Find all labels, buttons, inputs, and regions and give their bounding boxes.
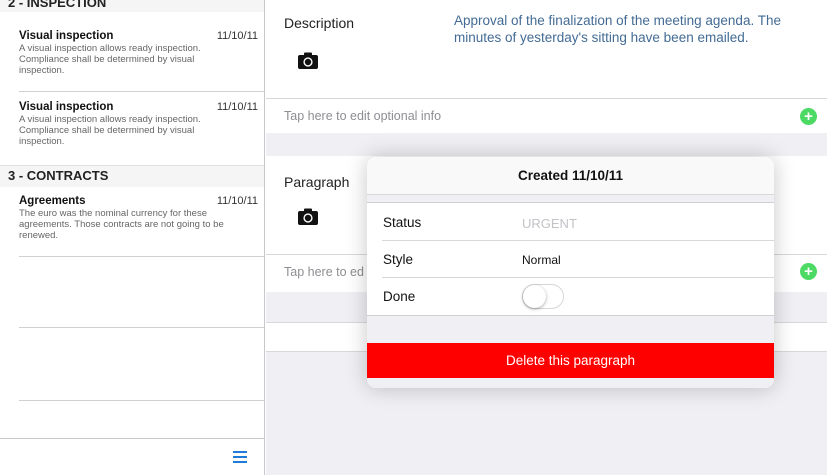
- sidebar-footer: [0, 438, 264, 475]
- divider: [19, 256, 264, 257]
- divider: [19, 327, 264, 328]
- toggle-knob: [523, 285, 546, 308]
- delete-paragraph-button[interactable]: Delete this paragraph: [367, 343, 774, 378]
- popover-title: Created 11/10/11: [367, 157, 774, 195]
- optional-info-text: Tap here to edit optional info: [284, 109, 442, 123]
- list-item-date: 11/10/11: [216, 101, 258, 113]
- list-item-description: The euro was the nominal currency for th…: [19, 208, 224, 241]
- description-label: Description: [284, 15, 355, 31]
- popover-spacer: [367, 315, 774, 343]
- plus-icon[interactable]: +: [800, 108, 817, 125]
- list-item-date: 11/10/11: [216, 195, 258, 207]
- status-value[interactable]: URGENT: [522, 216, 577, 231]
- optional-info-text: Tap here to ed: [284, 265, 364, 279]
- list-item[interactable]: Visual inspection 11/10/11 A visual insp…: [0, 101, 264, 147]
- section-header-contracts: 3 - CONTRACTS: [0, 165, 264, 187]
- description-text[interactable]: Approval of the finalization of the meet…: [454, 12, 814, 46]
- paragraph-options-popover: Created 11/10/11 Status URGENT Style Nor…: [367, 157, 774, 388]
- sidebar: 2 - INSPECTION Visual inspection 11/10/1…: [0, 0, 265, 475]
- style-label: Style: [383, 252, 414, 267]
- paragraph-label: Paragraph: [284, 174, 350, 190]
- description-block: Description Approval of the finalization…: [266, 0, 827, 133]
- plus-icon[interactable]: +: [800, 263, 817, 280]
- list-item-description: A visual inspection allows ready inspect…: [19, 114, 201, 147]
- section-header-inspection: 2 - INSPECTION: [0, 0, 264, 12]
- list-item-description: A visual inspection allows ready inspect…: [19, 43, 201, 76]
- popover-bottom-spacer: [367, 378, 774, 388]
- style-value[interactable]: Normal: [522, 253, 561, 267]
- divider: [19, 400, 264, 401]
- style-row[interactable]: Style Normal: [367, 241, 774, 278]
- list-item[interactable]: Visual inspection 11/10/11 A visual insp…: [0, 30, 264, 76]
- done-label: Done: [383, 289, 416, 304]
- list-item[interactable]: Agreements 11/10/11 The euro was the nom…: [0, 195, 264, 241]
- status-label: Status: [383, 215, 422, 230]
- divider: [19, 91, 264, 92]
- camera-icon[interactable]: [298, 208, 318, 225]
- camera-icon[interactable]: [298, 52, 318, 69]
- hamburger-menu-icon[interactable]: [233, 451, 247, 463]
- popover-spacer: [367, 195, 774, 203]
- optional-info-row[interactable]: Tap here to edit optional info +: [266, 98, 827, 133]
- list-item-date: 11/10/11: [216, 30, 258, 42]
- status-row[interactable]: Status URGENT: [367, 204, 774, 241]
- done-row: Done: [367, 278, 774, 315]
- done-toggle[interactable]: [522, 284, 564, 309]
